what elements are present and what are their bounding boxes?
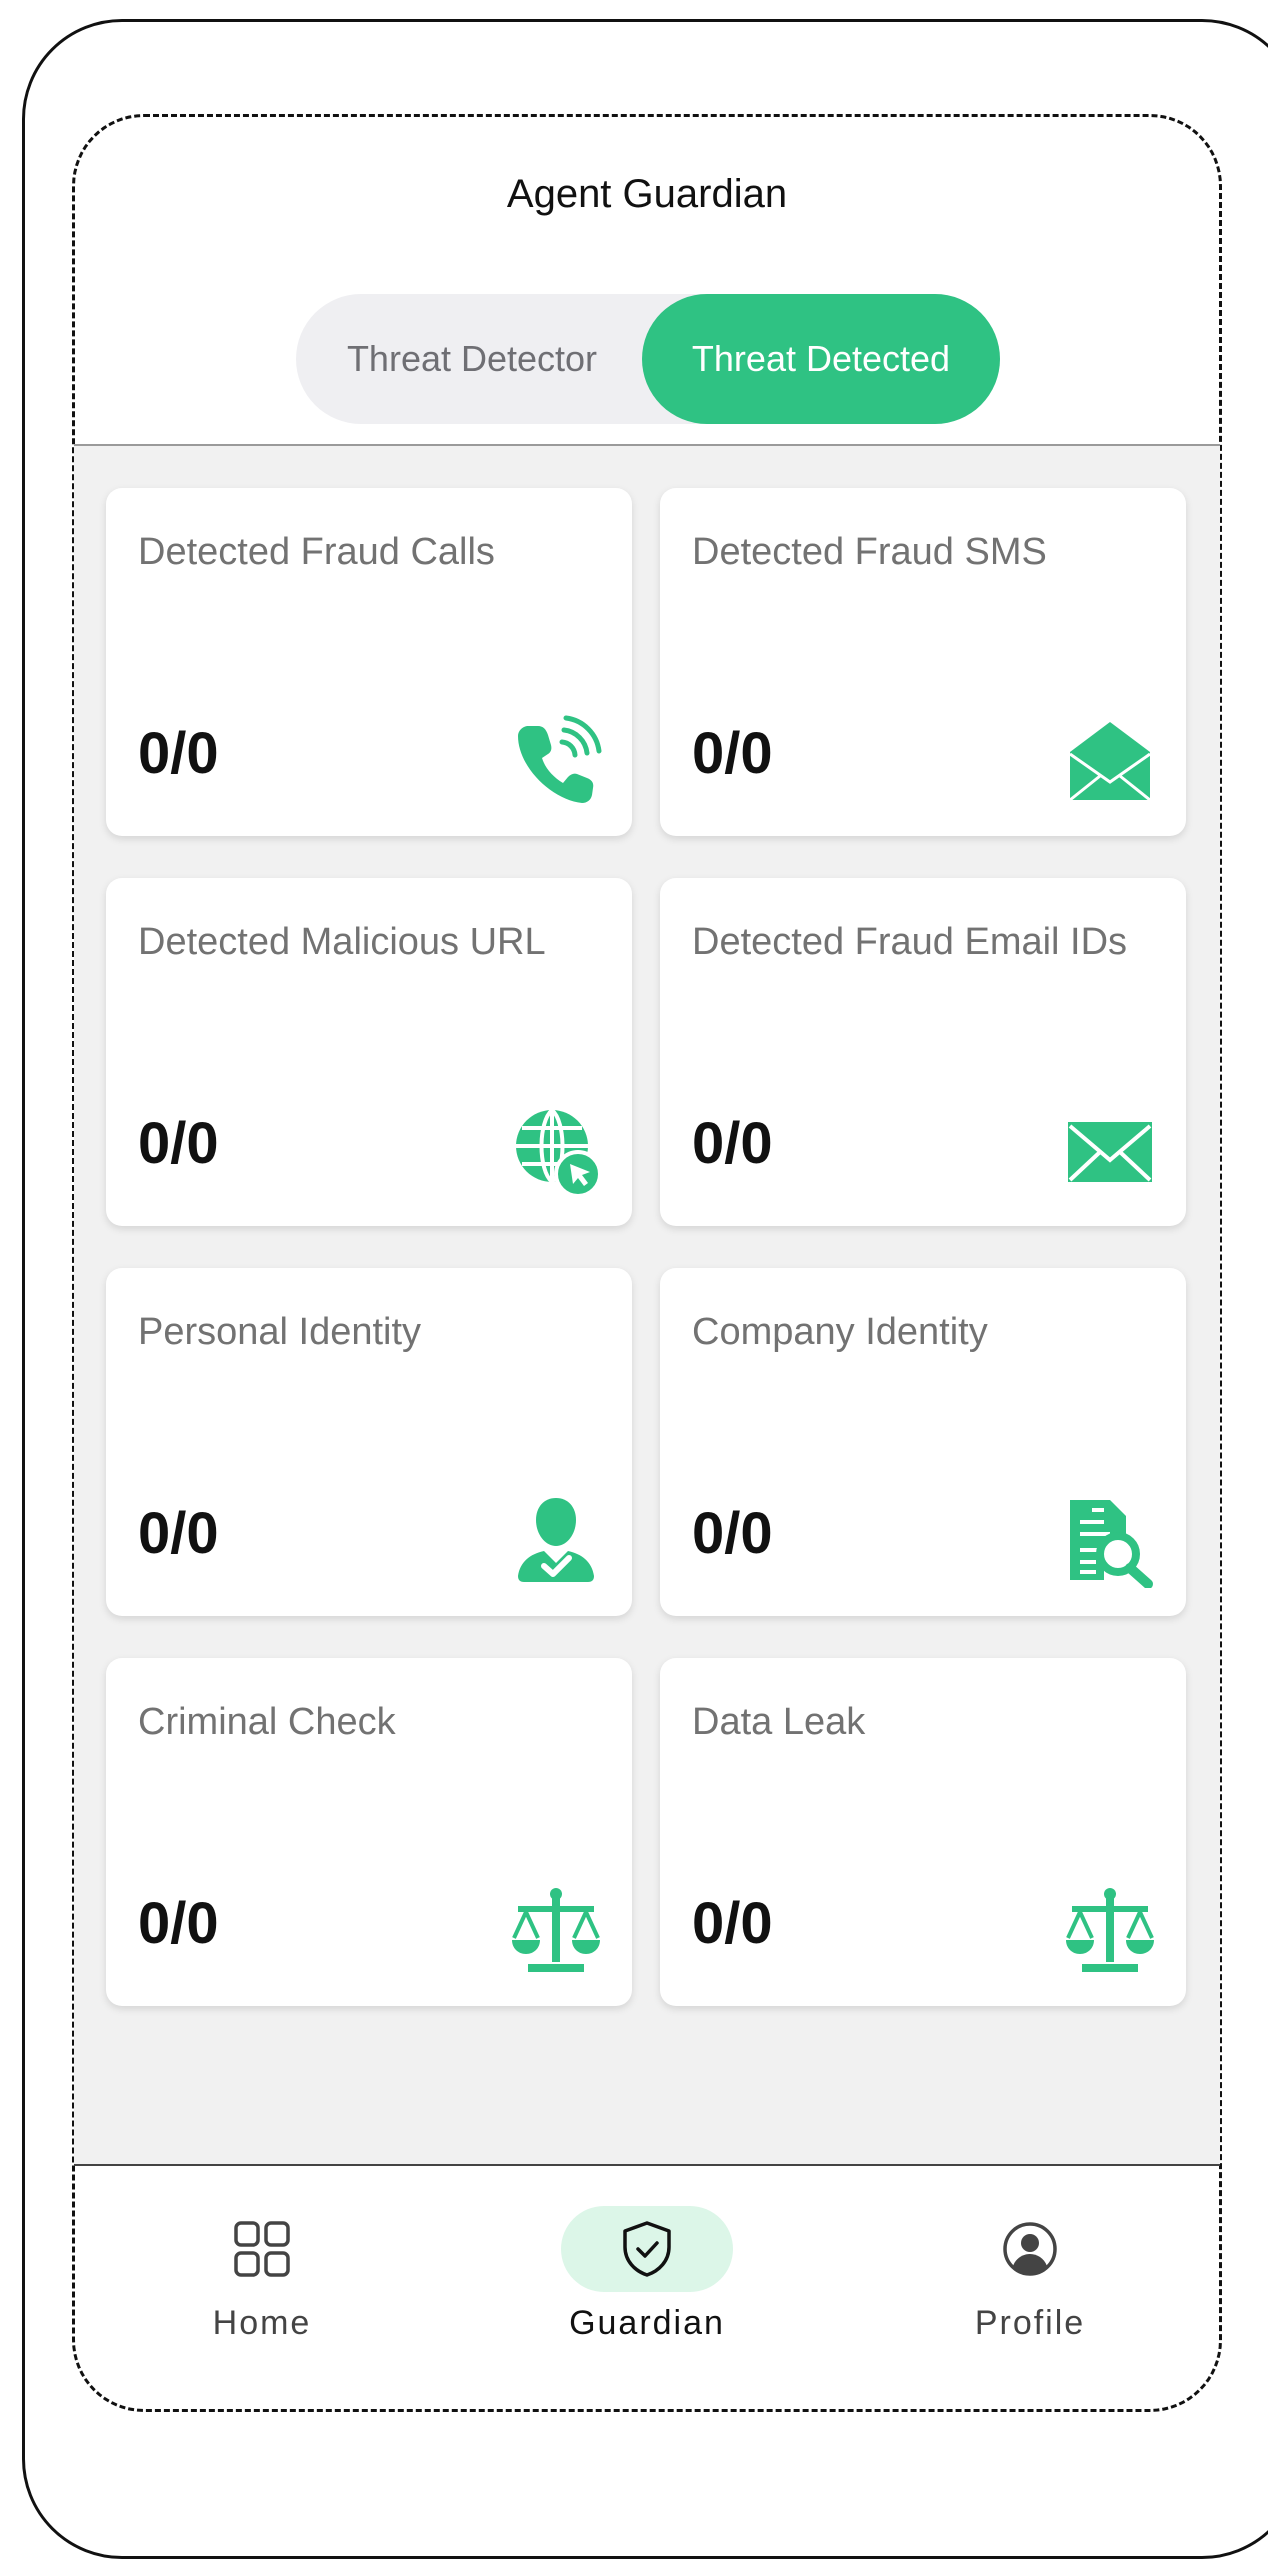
card-title: Detected Fraud Email IDs (692, 921, 1128, 963)
threat-cards-grid: Detected Fraud Calls 0/0 Detected Fraud … (74, 446, 1220, 2164)
card-title: Detected Malicious URL (138, 921, 546, 963)
card-count: 0/0 (692, 1891, 773, 1956)
nav-item-guardian[interactable]: Guardian (517, 2200, 777, 2360)
card-data-leak[interactable]: Data Leak 0/0 (660, 1658, 1186, 2006)
card-count: 0/0 (692, 1501, 773, 1566)
card-malicious-url[interactable]: Detected Malicious URL 0/0 (106, 878, 632, 1226)
envelope-icon (1062, 1102, 1158, 1198)
nav-label: Home (212, 2304, 312, 2342)
phone-ringing-icon (508, 712, 604, 808)
scales-icon (508, 1882, 604, 1978)
card-company-identity[interactable]: Company Identity 0/0 (660, 1268, 1186, 1616)
card-title: Detected Fraud Calls (138, 531, 495, 573)
page-title: Agent Guardian (506, 172, 788, 216)
nav-icon-container (561, 2206, 733, 2292)
card-title: Criminal Check (138, 1701, 396, 1743)
scales-icon (1062, 1882, 1158, 1978)
nav-label: Profile (974, 2304, 1086, 2342)
shield-check-icon (623, 2221, 671, 2277)
card-title: Detected Fraud SMS (692, 531, 1047, 573)
card-title: Company Identity (692, 1311, 988, 1353)
user-check-icon (508, 1492, 604, 1588)
card-count: 0/0 (138, 1111, 219, 1176)
card-fraud-sms[interactable]: Detected Fraud SMS 0/0 (660, 488, 1186, 836)
card-criminal-check[interactable]: Criminal Check 0/0 (106, 1658, 632, 2006)
globe-cursor-icon (508, 1102, 604, 1198)
nav-item-profile[interactable]: Profile (900, 2200, 1160, 2360)
tab-threat-detected[interactable]: Threat Detected (642, 294, 1000, 424)
bottom-nav-divider (74, 2164, 1220, 2166)
card-fraud-email[interactable]: Detected Fraud Email IDs 0/0 (660, 878, 1186, 1226)
grid-icon (234, 2221, 290, 2277)
tab-switcher: Threat Detector Threat Detected (296, 294, 1000, 424)
card-count: 0/0 (138, 1501, 219, 1566)
card-count: 0/0 (692, 1111, 773, 1176)
card-fraud-calls[interactable]: Detected Fraud Calls 0/0 (106, 488, 632, 836)
nav-item-home[interactable]: Home (132, 2200, 392, 2360)
card-title: Personal Identity (138, 1311, 422, 1353)
document-search-icon (1062, 1492, 1158, 1588)
card-title: Data Leak (692, 1701, 866, 1743)
nav-icon-container (176, 2206, 348, 2292)
card-count: 0/0 (692, 721, 773, 786)
card-count: 0/0 (138, 721, 219, 786)
nav-icon-container (944, 2206, 1116, 2292)
card-count: 0/0 (138, 1891, 219, 1956)
tab-threat-detector[interactable]: Threat Detector (296, 294, 648, 424)
card-personal-identity[interactable]: Personal Identity 0/0 (106, 1268, 632, 1616)
user-circle-icon (1003, 2222, 1057, 2276)
nav-label: Guardian (569, 2304, 725, 2342)
open-envelope-icon (1062, 712, 1158, 808)
